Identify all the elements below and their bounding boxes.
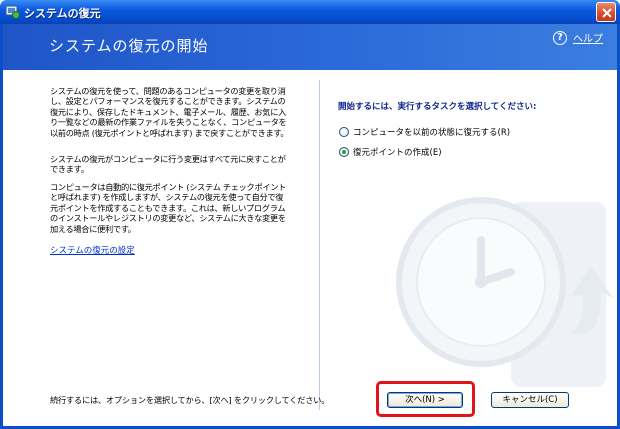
- description-paragraph-3: コンピュータは自動的に復元ポイント (システム チェックポイントと呼ばれます) …: [50, 182, 286, 234]
- clock-watermark-icon: [396, 197, 613, 387]
- help-link[interactable]: ヘルプ: [573, 34, 603, 45]
- create-restore-point-option[interactable]: 復元ポイントの作成(E): [339, 146, 442, 158]
- footer-instruction: 続行するには、オプションを選択してから、[次へ] をクリックしてください。: [50, 395, 330, 405]
- description-paragraph-2: システムの復元がコンピュータに行う変更はすべて元に戻すことができます。: [50, 154, 286, 175]
- system-restore-window: システムの復元 システムの復元の開始 ? ヘルプ システムの復元を使って、問題のあ…: [0, 0, 620, 429]
- help-link-group[interactable]: ? ヘルプ: [553, 30, 603, 45]
- radio-button[interactable]: [339, 127, 349, 137]
- close-button[interactable]: [596, 2, 616, 22]
- restore-earlier-option[interactable]: コンピュータを以前の状態に復元する(R): [339, 126, 510, 138]
- wizard-client-area: システムの復元の開始 ? ヘルプ システムの復元を使って、問題のあるコンピュータの…: [3, 24, 617, 426]
- system-restore-icon: [5, 5, 20, 19]
- wizard-header: システムの復元の開始 ? ヘルプ: [3, 24, 617, 70]
- radio-label[interactable]: 復元ポイントの作成(E): [353, 146, 442, 158]
- radio-button-selected[interactable]: [339, 147, 349, 157]
- panel-divider: [319, 80, 320, 410]
- description-paragraph-1: システムの復元を使って、問題のあるコンピュータの変更を取り消し、設定とパフォーマ…: [50, 86, 289, 138]
- next-button[interactable]: 次へ(N) >: [387, 392, 463, 408]
- radio-label[interactable]: コンピュータを以前の状態に復元する(R): [353, 126, 510, 138]
- title-bar[interactable]: システムの復元: [0, 0, 620, 24]
- close-icon: [602, 8, 612, 18]
- page-title: システムの復元の開始: [49, 37, 209, 55]
- window-title: システムの復元: [24, 7, 101, 20]
- help-icon[interactable]: ?: [553, 30, 567, 45]
- system-restore-settings-link[interactable]: システムの復元の設定: [50, 244, 135, 256]
- task-prompt: 開始するには、実行するタスクを選択してください:: [338, 102, 537, 112]
- cancel-button[interactable]: キャンセル(C): [491, 392, 569, 408]
